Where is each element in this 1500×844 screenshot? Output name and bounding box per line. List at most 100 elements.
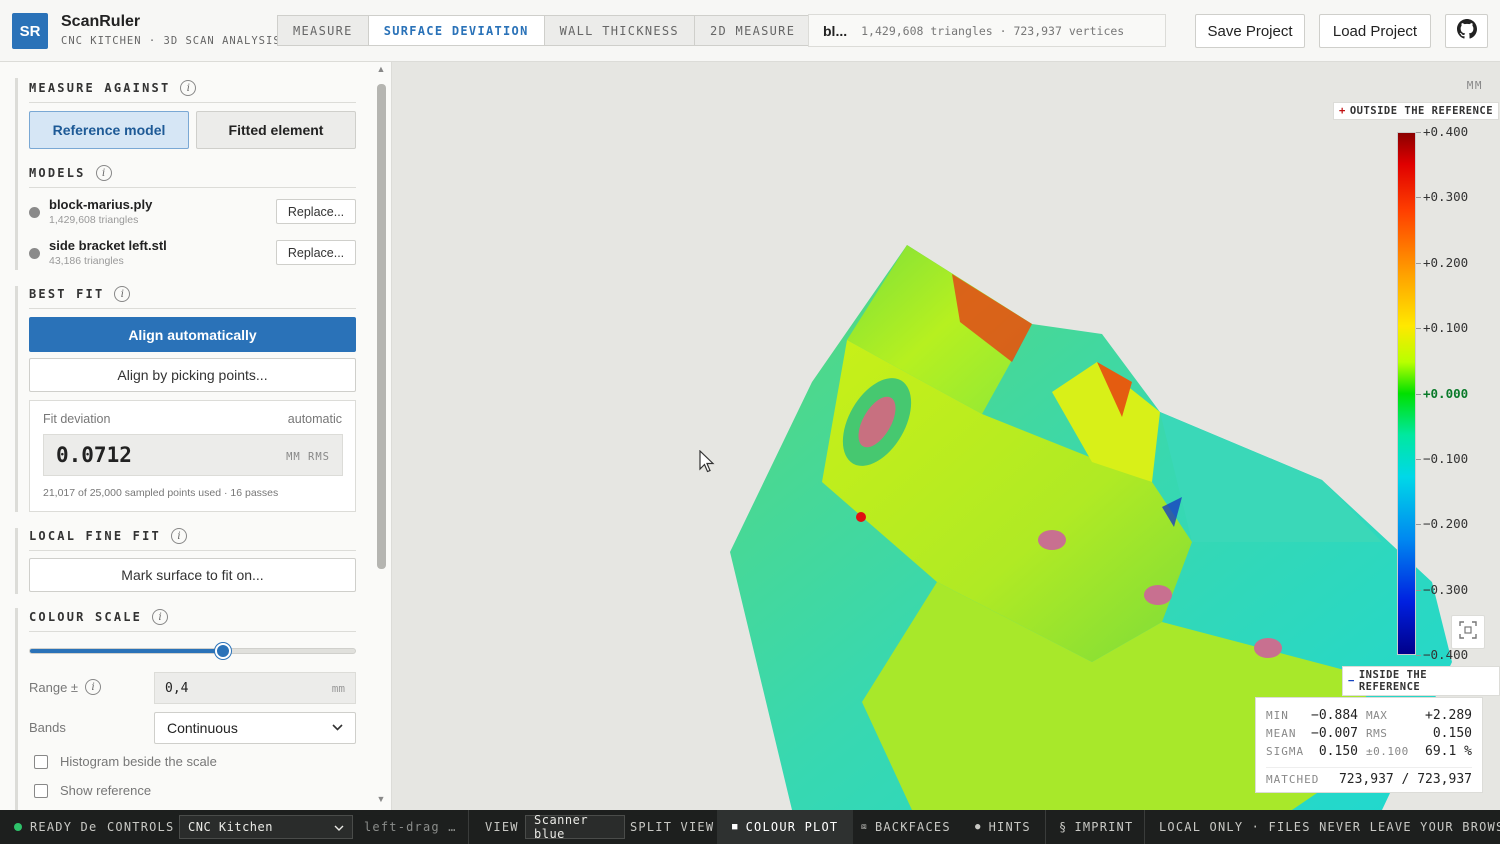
measure-against-title: MEASURE AGAINST i xyxy=(29,80,197,96)
app-header: SR ScanRuler CNC KITCHEN · 3D SCAN ANALY… xyxy=(0,0,1500,62)
fit-note: 21,017 of 25,000 sampled points used · 1… xyxy=(43,487,279,499)
tick-label: +0.200 xyxy=(1423,254,1469,270)
tick-label: −0.200 xyxy=(1423,516,1469,532)
local-fine-fit-title: LOCAL FINE FIT i xyxy=(29,528,187,544)
fit-deviation-panel: Fit deviation automatic 0.0712 MM RMS 21… xyxy=(29,400,356,512)
info-icon[interactable]: i xyxy=(180,80,197,96)
3d-viewport[interactable]: MM + OUTSIDE THE REFERENCE +0.400 +0.300 +0… xyxy=(392,62,1500,810)
stat-mean-value: −0.007 xyxy=(1311,725,1358,741)
stat-matched-value: 723,937 / 723,937 xyxy=(1338,772,1472,787)
section-accent xyxy=(15,528,18,594)
tab-surface-deviation[interactable]: SURFACE DEVIATION xyxy=(368,16,545,45)
split-view-toggle[interactable]: SPLIT VIEW xyxy=(630,810,714,844)
tab-2d-measure[interactable]: 2D MEASURE xyxy=(695,16,810,45)
divider xyxy=(29,631,356,632)
backfaces-icon: ⧈ xyxy=(861,822,868,832)
sidebar: MEASURE AGAINST i Reference model Fitted… xyxy=(0,62,392,810)
frame-icon xyxy=(1459,620,1477,644)
mesh-stats: 1,429,608 triangles · 723,937 vertices xyxy=(861,23,1125,38)
file-info: bl... 1,429,608 triangles · 723,937 vert… xyxy=(808,14,1166,47)
tick-mark xyxy=(1416,458,1421,460)
section-accent xyxy=(15,286,18,512)
view-select[interactable]: Scanner blue xyxy=(525,813,625,841)
outside-reference-label: + OUTSIDE THE REFERENCE xyxy=(1333,102,1500,120)
divider xyxy=(1045,810,1046,844)
tick-label: −0.300 xyxy=(1423,581,1469,597)
colour-plot-toggle[interactable]: ■ COLOUR PLOT xyxy=(717,810,854,844)
model-name: block-marius.ply xyxy=(49,197,153,212)
model-color-dot xyxy=(29,207,40,218)
mesh-hole xyxy=(1038,530,1066,550)
controls-select[interactable]: CNC Kitchen xyxy=(179,815,353,839)
replace-model-button[interactable]: Replace... xyxy=(276,199,356,224)
range-value: 0,4 xyxy=(165,680,189,696)
scroll-down-icon[interactable]: ▼ xyxy=(376,794,386,804)
fit-deviation-value: 0.0712 xyxy=(56,443,132,467)
stat-min-label: MIN xyxy=(1266,708,1289,722)
reference-model-option[interactable]: Reference model xyxy=(29,111,189,149)
view-value: Scanner blue xyxy=(534,813,589,841)
app-subtitle: CNC KITCHEN · 3D SCAN ANALYSIS xyxy=(61,35,281,47)
replace-model-button[interactable]: Replace... xyxy=(276,240,356,265)
tab-wall-thickness[interactable]: WALL THICKNESS xyxy=(545,16,695,45)
info-icon[interactable]: i xyxy=(170,528,187,544)
backfaces-toggle[interactable]: ⧈ BACKFACES xyxy=(861,810,951,844)
model-triangles: 43,186 triangles xyxy=(49,255,124,267)
mouse-cursor-icon xyxy=(699,450,715,473)
frame-view-button[interactable] xyxy=(1451,615,1485,649)
show-reference-checkbox-row[interactable]: Show reference xyxy=(34,783,151,798)
info-icon[interactable]: i xyxy=(85,679,102,695)
tab-measure[interactable]: MEASURE xyxy=(278,16,369,45)
square-icon: ■ xyxy=(732,822,739,832)
app-name: ScanRuler xyxy=(61,13,141,30)
histogram-label: Histogram beside the scale xyxy=(60,754,217,769)
align-by-points-button[interactable]: Align by picking points... xyxy=(29,358,356,392)
mark-surface-button[interactable]: Mark surface to fit on... xyxy=(29,558,356,592)
slider-thumb[interactable] xyxy=(214,643,231,659)
show-reference-checkbox[interactable] xyxy=(34,783,48,798)
divider xyxy=(1144,810,1145,844)
section-accent xyxy=(15,608,18,810)
histogram-checkbox-row[interactable]: Histogram beside the scale xyxy=(34,754,217,769)
stat-sigma-label: SIGMA xyxy=(1266,744,1305,758)
mesh-marker xyxy=(856,512,866,522)
info-icon[interactable]: i xyxy=(114,286,131,302)
best-fit-title: BEST FIT i xyxy=(29,286,131,302)
deviation-stats-panel: MIN −0.884 MAX +2.289 MEAN −0.007 RMS 0.… xyxy=(1255,697,1483,793)
mesh-hole xyxy=(1144,585,1172,605)
divider xyxy=(29,187,356,188)
tick-label: +0.100 xyxy=(1423,320,1469,336)
fit-deviation-unit: MM RMS xyxy=(286,451,330,463)
colour-scale-title: COLOUR SCALE i xyxy=(29,609,169,625)
info-icon[interactable]: i xyxy=(152,609,169,625)
tick-mark xyxy=(1416,328,1421,330)
save-project-button[interactable]: Save Project xyxy=(1195,14,1305,48)
tick-mark xyxy=(1416,393,1421,395)
tick-label: +0.000 xyxy=(1423,385,1469,401)
scroll-up-icon[interactable]: ▲ xyxy=(376,64,386,74)
load-project-button[interactable]: Load Project xyxy=(1319,14,1431,48)
stat-matched-label: MATCHED xyxy=(1266,773,1320,786)
dot-icon: ● xyxy=(975,822,982,832)
imprint-link[interactable]: § IMPRINT xyxy=(1059,810,1133,844)
fitted-element-option[interactable]: Fitted element xyxy=(196,111,356,149)
align-automatically-button[interactable]: Align automatically xyxy=(29,317,356,352)
file-name: bl... xyxy=(823,22,848,39)
divider xyxy=(29,308,356,309)
bands-select[interactable]: Continuous xyxy=(154,712,356,744)
mesh-hole xyxy=(1254,638,1282,658)
histogram-checkbox[interactable] xyxy=(34,754,48,769)
stat-max-label: MAX xyxy=(1366,708,1388,722)
github-button[interactable] xyxy=(1445,14,1488,48)
stat-sigma-value: 0.150 xyxy=(1318,743,1358,759)
colour-range-slider[interactable] xyxy=(29,643,356,659)
info-icon[interactable]: i xyxy=(95,165,112,181)
sidebar-scrollbar[interactable]: ▲ ▼ xyxy=(376,64,386,808)
tick-mark xyxy=(1416,262,1421,264)
scroll-thumb[interactable] xyxy=(377,84,386,569)
tick-mark xyxy=(1416,524,1421,526)
controls-value: CNC Kitchen xyxy=(188,820,273,834)
hints-toggle[interactable]: ● HINTS xyxy=(975,810,1031,844)
stat-rms-label: RMS xyxy=(1366,726,1388,740)
range-input[interactable]: 0,4 mm xyxy=(154,672,356,704)
